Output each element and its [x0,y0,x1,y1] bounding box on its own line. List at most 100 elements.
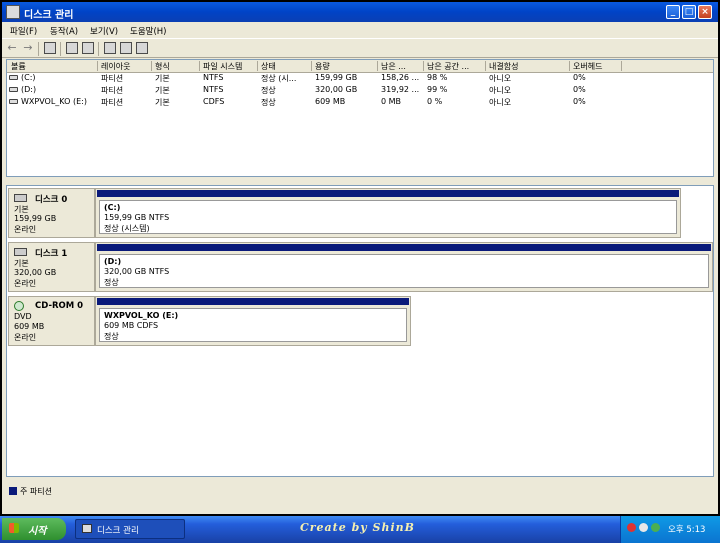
primary-partition-bar [97,298,409,305]
cell-filesystem: CDFS [203,97,225,106]
column-capacity[interactable]: 용량 [315,61,330,72]
cell-overhead: 0% [573,85,586,94]
column-status[interactable]: 상태 [261,61,276,72]
close-button[interactable]: × [698,5,712,19]
cell-capacity: 609 MB [315,97,346,106]
legend-label: 주 파티션 [20,487,52,496]
cell-free-space: 0 MB [381,97,402,106]
menu-action[interactable]: 동작(A) [50,25,78,37]
disk-management-icon [6,5,20,19]
disk-graphical-view: 디스크 0 기본 159,99 GB 온라인 (C:) 159,99 GB NT… [6,185,714,477]
volume-list: 볼륨 레이아웃 형식 파일 시스템 상태 용량 남은 ... 남은 공간 ...… [6,59,714,177]
partition-box: WXPVOL_KO (E:) 609 MB CDFS 정상 [99,308,407,342]
menu-view[interactable]: 보기(V) [90,25,118,37]
column-fault-tolerance[interactable]: 내결함성 [489,61,518,72]
cell-free-space: 319,92 ... [381,85,420,94]
taskbar-button-label: 디스크 관리 [97,526,139,536]
disk-0-label[interactable]: 디스크 0 기본 159,99 GB 온라인 [8,188,95,238]
cell-fault-tolerance: 아니오 [489,98,512,107]
partition-size: 320,00 GB NTFS [104,267,170,276]
hard-disk-icon [14,248,27,256]
disk-management-icon [82,524,92,533]
table-row[interactable]: WXPVOL_KO (E:) 파티션 기본 CDFS 정상 609 MB 0 M… [7,97,713,108]
partition-status: 정상 (시스템) [104,224,150,233]
properties-icon[interactable] [66,42,78,54]
tray-network-icon[interactable] [639,523,648,532]
disk-management-window: 디스크 관리 _ □ × 파일(F) 동작(A) 보기(V) 도움말(H) ← … [2,2,718,514]
column-layout[interactable]: 레이아웃 [101,61,130,72]
column-free-space[interactable]: 남은 ... [381,61,406,72]
settings-icon[interactable] [136,42,148,54]
column-type[interactable]: 형식 [155,61,170,72]
window-title: 디스크 관리 [24,10,74,21]
pane-splitter[interactable] [4,178,716,184]
cell-free-space: 158,26 ... [381,73,420,82]
toolbar-separator [60,42,61,56]
partition-c[interactable]: (C:) 159,99 GB NTFS 정상 (시스템) [95,188,681,238]
cdrom-0-label[interactable]: CD-ROM 0 DVD 609 MB 온라인 [8,296,95,346]
cell-type: 기본 [155,74,170,83]
partition-e[interactable]: WXPVOL_KO (E:) 609 MB CDFS 정상 [95,296,411,346]
title-bar[interactable]: 디스크 관리 _ □ × [2,2,718,22]
primary-partition-swatch [9,487,17,495]
cell-layout: 파티션 [101,86,124,95]
cell-filesystem: NTFS [203,73,224,82]
cd-drive-icon [9,99,18,104]
column-header: 볼륨 레이아웃 형식 파일 시스템 상태 용량 남은 ... 남은 공간 ...… [7,60,713,73]
cell-status: 정상 (시... [261,74,297,83]
drive-icon [9,75,18,80]
legend: 주 파티션 [6,484,714,498]
cell-layout: 파티션 [101,98,124,107]
table-row[interactable]: (C:) 파티션 기본 NTFS 정상 (시... 159,99 GB 158,… [7,73,713,84]
column-volume[interactable]: 볼륨 [11,61,26,72]
cell-capacity: 320,00 GB [315,85,358,94]
clock[interactable]: 오후 5:13 [668,523,705,535]
primary-partition-bar [97,190,679,197]
cell-layout: 파티션 [101,74,124,83]
help-icon[interactable] [104,42,116,54]
cell-volume: (C:) [21,73,36,82]
partition-name: WXPVOL_KO (E:) [104,311,179,320]
partition-size: 609 MB CDFS [104,321,159,330]
export-list-icon[interactable] [120,42,132,54]
cell-overhead: 0% [573,97,586,106]
partition-status: 정상 [104,332,119,341]
console-tree-icon[interactable] [44,42,56,54]
toolbar: ← → [2,38,718,58]
column-filesystem[interactable]: 파일 시스템 [203,61,242,72]
disk-status: 온라인 [14,333,37,342]
forward-icon[interactable]: → [22,42,34,54]
start-button[interactable]: 시작 [2,518,66,540]
hard-disk-icon [14,194,27,202]
disk-size: 159,99 GB [14,214,57,223]
back-icon[interactable]: ← [6,42,18,54]
maximize-button[interactable]: □ [682,5,696,19]
menu-help[interactable]: 도움말(H) [130,25,166,37]
disk-size: 320,00 GB [14,268,57,277]
toolbar-separator [38,42,39,56]
partition-name: (D:) [104,257,122,266]
table-row[interactable]: (D:) 파티션 기본 NTFS 정상 320,00 GB 319,92 ...… [7,85,713,96]
cell-fault-tolerance: 아니오 [489,86,512,95]
partition-status: 정상 [104,278,119,287]
column-overhead[interactable]: 오버헤드 [573,61,602,72]
disk-name: CD-ROM 0 [35,301,84,311]
windows-logo-icon [9,523,19,533]
minimize-button[interactable]: _ [666,5,680,19]
menu-file[interactable]: 파일(F) [10,25,37,37]
partition-name: (C:) [104,203,121,212]
taskbar-button-disk-management[interactable]: 디스크 관리 [75,519,185,539]
cell-filesystem: NTFS [203,85,224,94]
cd-rom-icon [14,301,24,311]
disk-type: DVD [14,312,32,321]
show-hide-icon[interactable] [82,42,94,54]
column-percent-free[interactable]: 남은 공간 ... [427,61,469,72]
cell-status: 정상 [261,98,276,107]
disk-1-label[interactable]: 디스크 1 기본 320,00 GB 온라인 [8,242,95,292]
toolbar-separator [98,42,99,56]
tray-security-icon[interactable] [627,523,636,532]
partition-d[interactable]: (D:) 320,00 GB NTFS 정상 [95,242,713,292]
partition-box: (C:) 159,99 GB NTFS 정상 (시스템) [99,200,677,234]
partition-size: 159,99 GB NTFS [104,213,170,222]
tray-volume-icon[interactable] [651,523,660,532]
